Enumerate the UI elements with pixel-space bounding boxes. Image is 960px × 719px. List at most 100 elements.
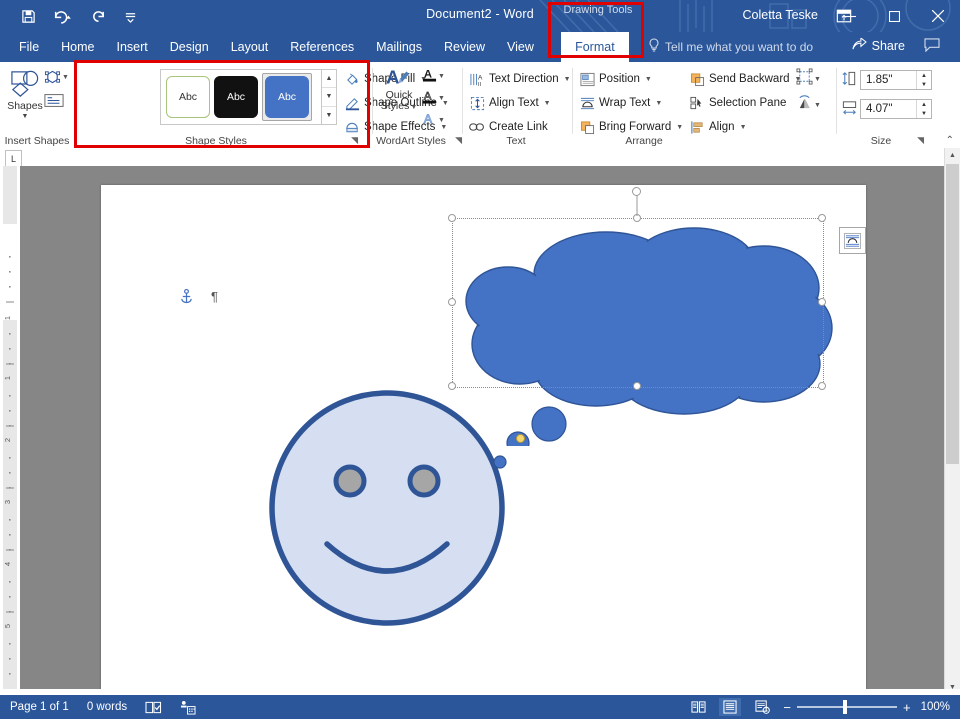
wordart-quick-styles-button[interactable]: A Quick Styles▼ [378, 66, 420, 132]
document-page[interactable]: ¶ [101, 185, 866, 695]
gallery-scroll-down[interactable]: ▼ [322, 88, 336, 107]
shapes-button[interactable]: Shapes ▼ [4, 66, 46, 136]
shape-style-thumb-2[interactable]: Abc [214, 76, 258, 118]
shape-styles-gallery[interactable]: Abc Abc Abc [160, 69, 322, 125]
collapse-ribbon-icon[interactable]: ⌃ [946, 135, 954, 146]
selection-pane-button[interactable]: Selection Pane [686, 92, 789, 114]
tab-references[interactable]: References [279, 32, 365, 62]
size-dialog-launcher[interactable]: ◥ [917, 135, 924, 146]
object-anchor-icon[interactable] [180, 288, 193, 309]
comments-icon[interactable] [924, 38, 940, 57]
close-icon[interactable] [916, 0, 960, 32]
zoom-slider[interactable]: − + [783, 700, 911, 714]
tab-file[interactable]: File [8, 32, 50, 62]
adjustment-handle[interactable] [516, 434, 525, 443]
handle-top-right[interactable] [818, 214, 826, 222]
group-objects-button[interactable]: ▼ [796, 68, 830, 90]
gallery-more[interactable]: ▼ [322, 107, 336, 124]
tab-review[interactable]: Review [433, 32, 496, 62]
position-caret[interactable]: ▼ [645, 76, 652, 83]
shape-styles-dialog-launcher[interactable]: ◥ [351, 135, 358, 146]
handle-top-left[interactable] [448, 214, 456, 222]
tab-format[interactable]: Format [560, 32, 629, 62]
align-text-button[interactable]: Align Text ▼ [466, 92, 554, 114]
zoom-out-button[interactable]: − [783, 701, 791, 714]
text-outline-caret[interactable]: ▼ [438, 95, 445, 102]
text-fill-caret[interactable]: ▼ [438, 73, 445, 80]
wordart-dialog-launcher[interactable]: ◥ [455, 135, 462, 146]
page-indicator[interactable]: Page 1 of 1 [10, 701, 69, 713]
scroll-up-button[interactable]: ▲ [945, 148, 960, 163]
zoom-track[interactable] [796, 700, 897, 714]
shapes-dropdown-caret[interactable]: ▼ [22, 113, 29, 120]
view-web-layout[interactable] [751, 698, 773, 716]
account-name[interactable]: Coletta Teske [742, 8, 818, 22]
text-direction-button[interactable]: A II Text Direction ▼ [466, 68, 574, 90]
edit-shape-button[interactable]: ▼ [44, 67, 70, 87]
accessibility-checker-icon[interactable] [180, 700, 196, 715]
draw-textbox-button[interactable] [44, 90, 70, 110]
word-count[interactable]: 0 words [87, 701, 127, 713]
zoom-level[interactable]: 100% [921, 701, 950, 713]
proofing-errors-icon[interactable] [145, 700, 162, 715]
shape-height-down[interactable]: ▼ [917, 80, 931, 89]
shape-width-input[interactable]: 4.07" ▲ ▼ [860, 99, 932, 119]
text-direction-caret[interactable]: ▼ [564, 76, 571, 83]
horizontal-ruler[interactable]: 4321 123 [0, 148, 960, 312]
zoom-thumb[interactable] [842, 700, 847, 714]
shape-height-value: 1.85" [866, 74, 893, 86]
tab-mailings[interactable]: Mailings [365, 32, 433, 62]
tab-view[interactable]: View [496, 32, 545, 62]
shape-height-input[interactable]: 1.85" ▲ ▼ [860, 70, 932, 90]
handle-bottom-left[interactable] [448, 382, 456, 390]
document-canvas[interactable]: ¶ [20, 166, 945, 695]
handle-middle-right[interactable] [818, 298, 826, 306]
group-wordart-styles: A Quick Styles▼ A ▼ A ▼ A ▼ WordArt Styl… [374, 62, 462, 148]
svg-text:A: A [386, 67, 399, 88]
view-read-mode[interactable] [687, 698, 709, 716]
gallery-scroll-up[interactable]: ▲ [322, 70, 336, 89]
tab-design[interactable]: Design [159, 32, 220, 62]
layout-options-button[interactable] [839, 227, 866, 254]
tab-home[interactable]: Home [50, 32, 105, 62]
send-backward-button[interactable]: Send Backward ▼ [686, 68, 804, 90]
wrap-text-button[interactable]: Wrap Text ▼ [576, 92, 665, 114]
handle-bottom-center[interactable] [633, 382, 641, 390]
shape-width-up[interactable]: ▲ [917, 100, 931, 109]
rotate-objects-button[interactable]: ▼ [796, 94, 830, 116]
align-text-caret[interactable]: ▼ [544, 100, 551, 107]
tab-layout[interactable]: Layout [220, 32, 280, 62]
shape-height-up[interactable]: ▲ [917, 71, 931, 80]
view-print-layout[interactable] [719, 698, 742, 716]
shape-style-thumb-3-selected[interactable]: Abc [262, 73, 312, 121]
shape-width-down[interactable]: ▼ [917, 109, 931, 118]
vertical-ruler[interactable]: 1 1 2 3 4 5 [0, 166, 20, 695]
rotation-handle[interactable] [632, 187, 641, 196]
tell-me-search[interactable]: Tell me what you want to do [648, 38, 813, 55]
group-caret[interactable]: ▼ [814, 76, 821, 83]
edit-shape-caret[interactable]: ▼ [62, 74, 69, 81]
tab-insert[interactable]: Insert [106, 32, 159, 62]
wrap-text-caret[interactable]: ▼ [655, 100, 662, 107]
handle-middle-left[interactable] [448, 298, 456, 306]
position-button[interactable]: Position ▼ [576, 68, 655, 90]
text-effects-caret[interactable]: ▼ [438, 117, 445, 124]
scroll-thumb[interactable] [946, 164, 959, 464]
bring-forward-caret[interactable]: ▼ [676, 124, 683, 131]
maximize-icon[interactable] [872, 0, 916, 32]
svg-text:2: 2 [3, 438, 12, 442]
vertical-scrollbar[interactable]: ▲ ▼ [944, 148, 960, 695]
align-objects-caret[interactable]: ▼ [740, 124, 747, 131]
shape-style-thumb-3[interactable]: Abc [265, 76, 309, 118]
rotate-caret[interactable]: ▼ [814, 102, 821, 109]
shape-style-thumb-1[interactable]: Abc [166, 76, 210, 118]
group-size: 1.85" ▲ ▼ 4.07" ▲ ▼ Size ◥ [838, 62, 946, 148]
share-button[interactable]: Share [852, 36, 905, 54]
text-outline-button[interactable]: A ▼ [422, 88, 452, 109]
tab-stop-selector[interactable]: L [5, 150, 22, 167]
handle-bottom-right[interactable] [818, 382, 826, 390]
text-effects-button[interactable]: A ▼ [422, 110, 452, 131]
minimize-icon[interactable] [828, 0, 872, 32]
text-fill-button[interactable]: A ▼ [422, 66, 452, 87]
zoom-in-button[interactable]: + [903, 701, 911, 714]
